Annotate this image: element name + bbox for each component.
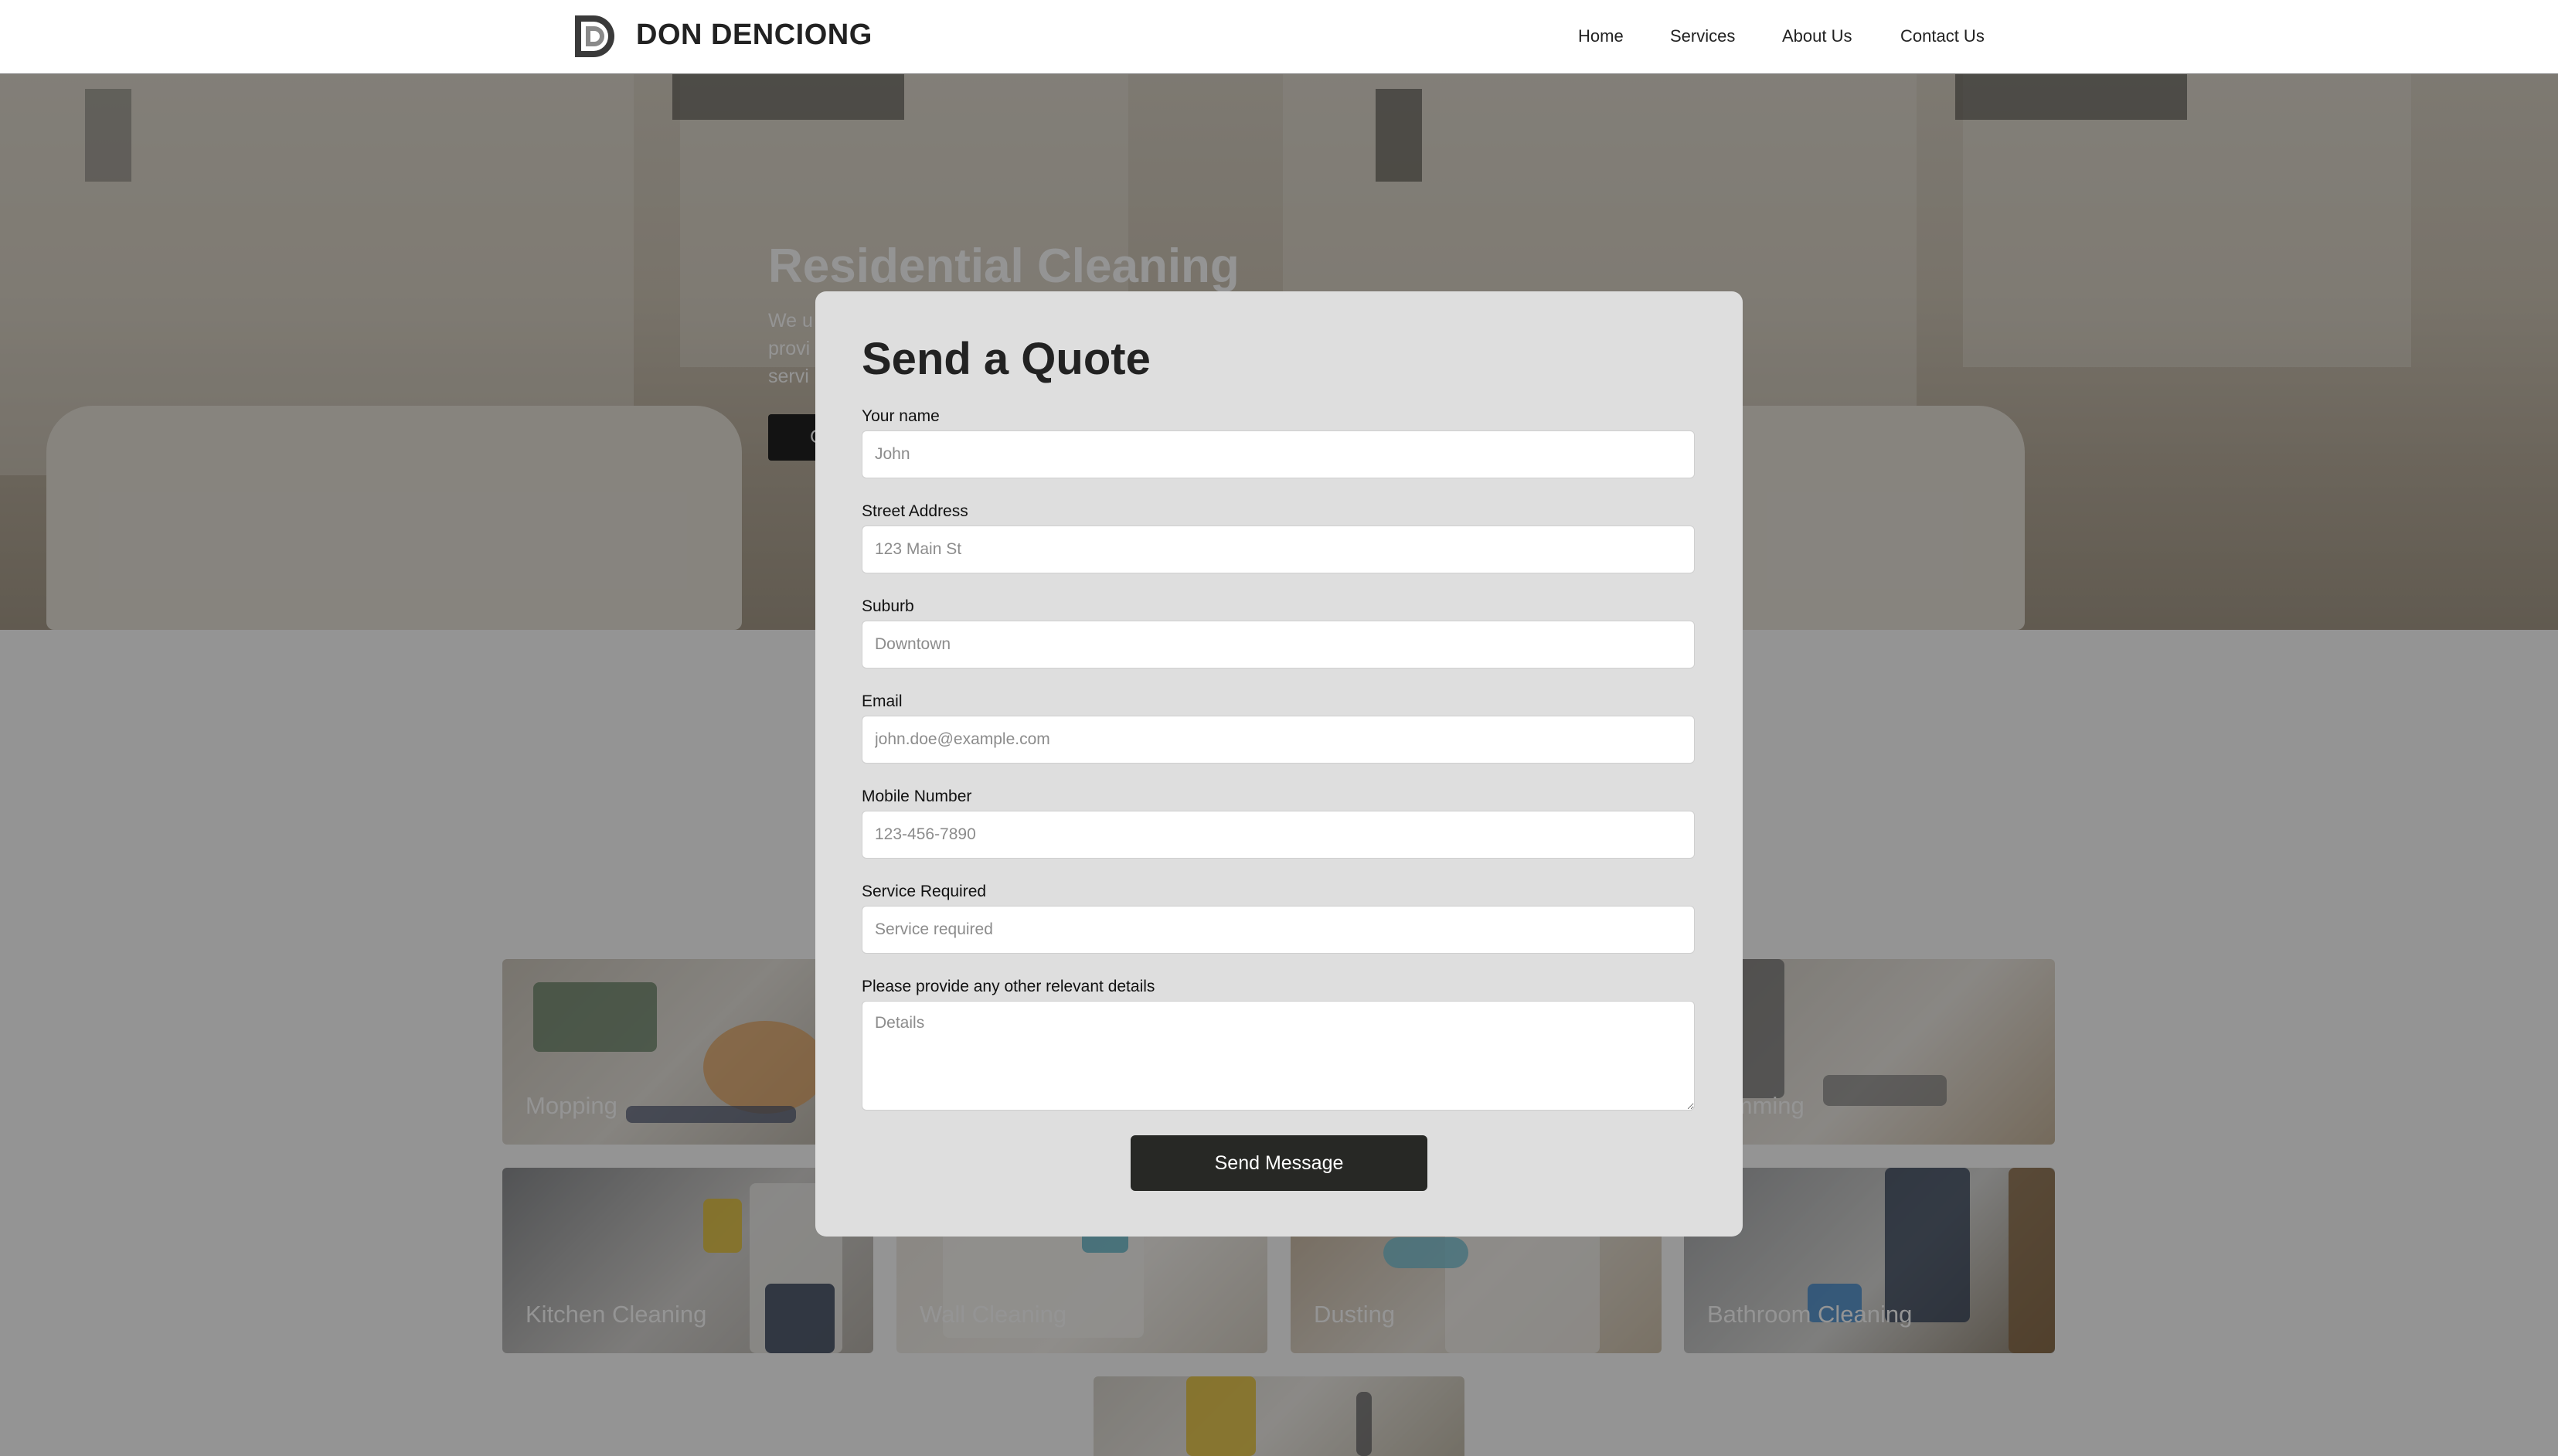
street-address-label: Street Address xyxy=(862,502,968,520)
modal-title: Send a Quote xyxy=(862,334,1151,384)
service-required-input[interactable] xyxy=(862,906,1695,954)
nav-contact-link[interactable]: Contact Us xyxy=(1900,26,1985,46)
name-label: Your name xyxy=(862,407,940,425)
mobile-number-input[interactable] xyxy=(862,811,1695,859)
email-input[interactable] xyxy=(862,716,1695,764)
nav-home-link[interactable]: Home xyxy=(1578,26,1624,46)
email-label: Email xyxy=(862,692,903,710)
nav-about-link[interactable]: About Us xyxy=(1782,26,1852,46)
mobile-number-label: Mobile Number xyxy=(862,788,972,805)
street-address-input[interactable] xyxy=(862,526,1695,573)
suburb-input[interactable] xyxy=(862,621,1695,668)
service-required-label: Service Required xyxy=(862,883,987,900)
dd-monogram-logo-icon[interactable] xyxy=(570,12,618,60)
suburb-label: Suburb xyxy=(862,597,914,615)
nav-services-link[interactable]: Services xyxy=(1670,26,1735,46)
quote-modal: Send a Quote Your name Street Address Su… xyxy=(815,291,1743,1237)
site-header: DON DENCIONG Home Services About Us Cont… xyxy=(0,0,2558,74)
brand-name[interactable]: DON DENCIONG xyxy=(636,19,873,52)
name-input[interactable] xyxy=(862,430,1695,478)
details-label: Please provide any other relevant detail… xyxy=(862,978,1155,995)
send-message-button[interactable]: Send Message xyxy=(1131,1135,1427,1191)
details-textarea[interactable] xyxy=(862,1001,1695,1111)
